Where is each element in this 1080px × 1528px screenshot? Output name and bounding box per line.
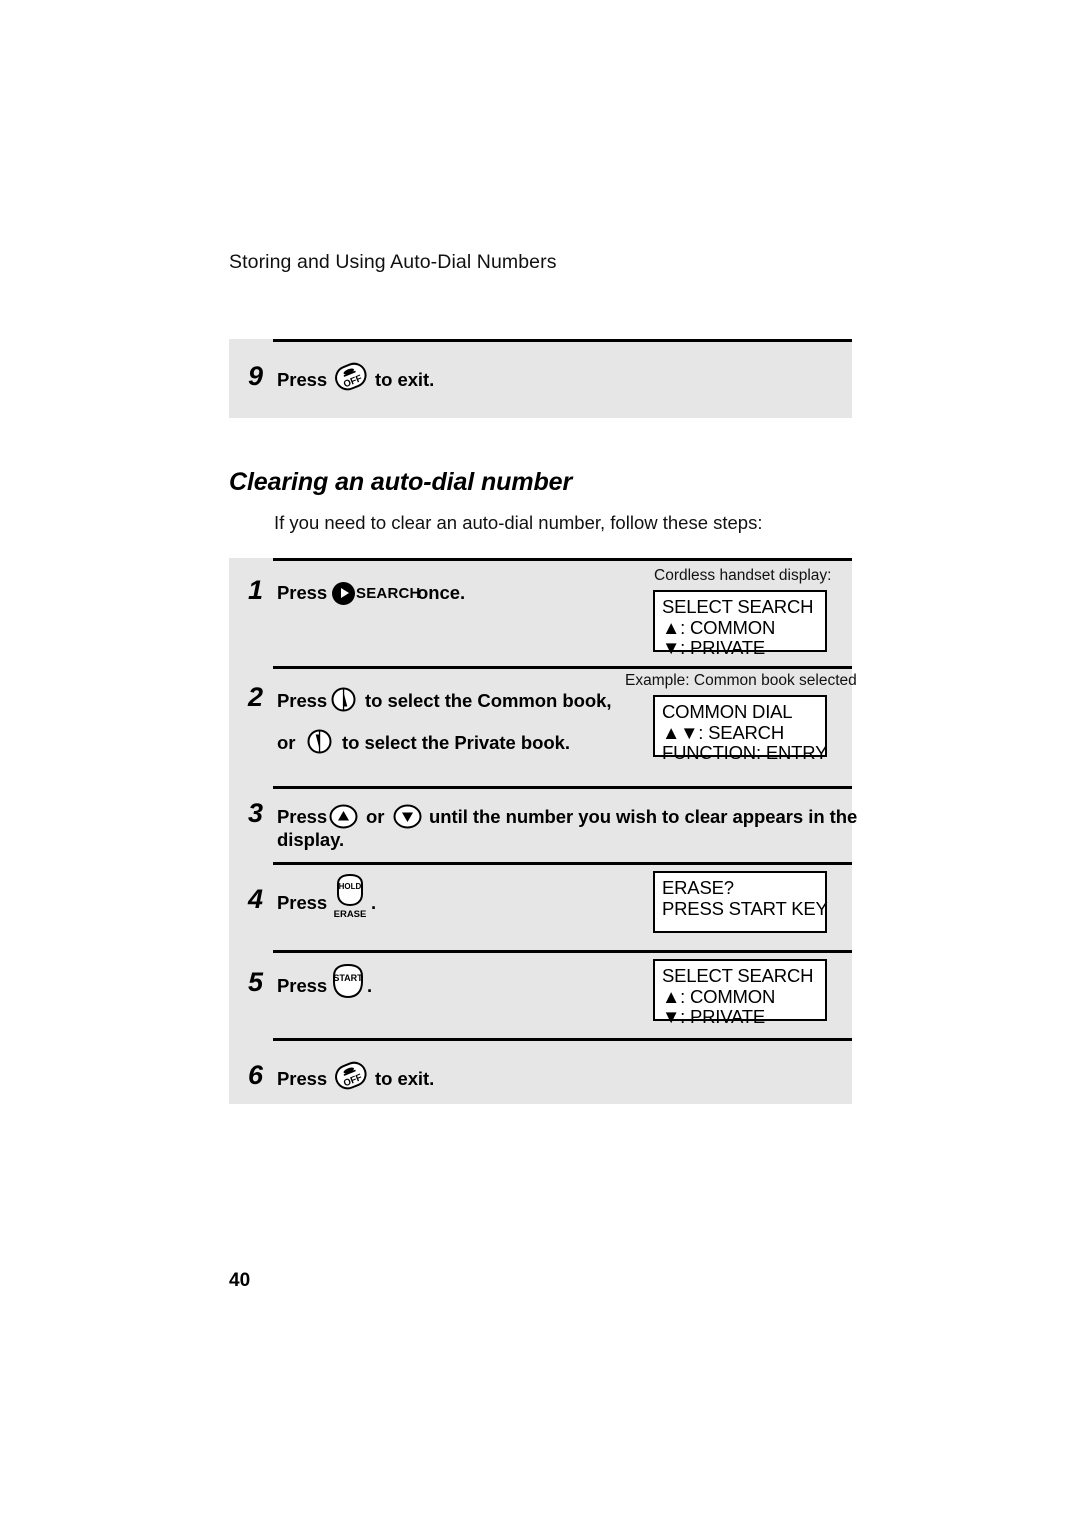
step-press-label: Press	[277, 892, 328, 913]
step-or-label: or	[277, 732, 296, 753]
page-title: Clearing an auto-dial number	[229, 468, 573, 496]
off-key[interactable]: OFF	[332, 357, 370, 397]
step-tail-label: .	[371, 892, 377, 913]
hold-erase-key[interactable]: HOLD ERASE	[330, 872, 370, 922]
handset-display: COMMON DIAL ▲▼: SEARCH FUNCTION: ENTRY	[653, 695, 827, 763]
page-number: 40	[229, 1270, 251, 1291]
step-tail-label-2: display.	[277, 829, 345, 850]
step-press-label: Press	[277, 975, 328, 996]
step-row-6: 6 Press OFF to exit.	[229, 1038, 852, 1104]
handset-display: SELECT SEARCH ▲: COMMON ▼: PRIVATE	[653, 959, 827, 1027]
display-line: SELECT SEARCH	[662, 965, 814, 986]
step-row-3: 3 Press or until the number you wish to …	[229, 786, 857, 862]
step-number: 6	[248, 1060, 263, 1090]
step-tail-label: to exit.	[375, 1068, 435, 1089]
display-line: ▼: PRIVATE	[662, 1006, 766, 1027]
rocker-up-key[interactable]	[331, 687, 356, 712]
step-number: 1	[248, 575, 263, 605]
intro-paragraph: If you need to clear an auto-dial number…	[274, 512, 763, 533]
step-tail-label: once.	[417, 582, 466, 603]
step-press-label: Press	[277, 690, 328, 711]
handset-display: ERASE? PRESS START KEY	[653, 871, 828, 933]
step-number: 9	[248, 361, 263, 391]
step-press-label: Press	[277, 582, 328, 603]
step-number: 3	[248, 798, 263, 828]
step-number: 2	[248, 682, 263, 712]
start-key[interactable]: START	[330, 963, 366, 1001]
step-tail-label: to exit.	[375, 369, 435, 390]
step-number: 4	[248, 884, 263, 914]
step-number: 5	[248, 967, 263, 997]
step-press-label: Press	[277, 806, 328, 827]
step-row-5: 5 Press START . SELECT SEARCH ▲: COMMON …	[229, 950, 852, 1038]
display-line: FUNCTION: ENTRY	[662, 742, 828, 763]
manual-page: Storing and Using Auto-Dial Numbers 9 Pr…	[0, 0, 1080, 1528]
play-triangle-icon	[332, 581, 355, 605]
step-row-2: 2 Press to select the Common book, or to	[229, 666, 857, 786]
step-row-1: 1 Press SEARCH once. Cordless handset di…	[229, 558, 852, 666]
step-row-4: 4 Press HOLD ERASE . ERASE? PRESS START …	[229, 862, 852, 950]
display-line: ERASE?	[662, 877, 734, 898]
display-line: SELECT SEARCH	[662, 596, 814, 617]
step-press-label: Press	[277, 369, 328, 390]
step-tail-label-2: to select the Private book.	[342, 732, 570, 753]
display-line: ▲▼: SEARCH	[662, 721, 784, 743]
oval-down-key[interactable]	[393, 804, 422, 829]
display-line: PRESS START KEY	[662, 897, 828, 919]
search-key-label: SEARCH	[356, 584, 421, 602]
search-key[interactable]: SEARCH	[332, 580, 421, 606]
svg-text:HOLD: HOLD	[339, 882, 362, 891]
svg-text:START: START	[333, 973, 363, 983]
step-tail-label: until the number you wish to clear appea…	[429, 806, 858, 827]
rocker-down-key[interactable]	[307, 729, 332, 754]
step-panel-main: 1 Press SEARCH once. Cordless handset di…	[229, 558, 857, 1104]
svg-text:ERASE: ERASE	[334, 909, 367, 920]
off-key[interactable]: OFF	[332, 1056, 370, 1096]
display-line: ▲: COMMON	[662, 616, 776, 638]
display-caption: Cordless handset display:	[654, 567, 832, 584]
display-line: ▼: PRIVATE	[662, 637, 766, 658]
step-row-9: 9 Press OFF to exit.	[229, 339, 852, 418]
step-tail-label: .	[367, 975, 373, 996]
step-or-label: or	[366, 806, 385, 827]
handset-display: SELECT SEARCH ▲: COMMON ▼: PRIVATE	[653, 590, 827, 658]
oval-up-key[interactable]	[329, 804, 358, 829]
step-tail-label: to select the Common book,	[365, 690, 612, 711]
display-caption: Example: Common book selected	[625, 672, 857, 689]
running-header: Storing and Using Auto-Dial Numbers	[229, 251, 557, 273]
display-line: COMMON DIAL	[662, 701, 793, 722]
step-panel-top: 9 Press OFF to exit.	[229, 339, 852, 418]
display-line: ▲: COMMON	[662, 985, 776, 1007]
step-press-label: Press	[277, 1068, 328, 1089]
